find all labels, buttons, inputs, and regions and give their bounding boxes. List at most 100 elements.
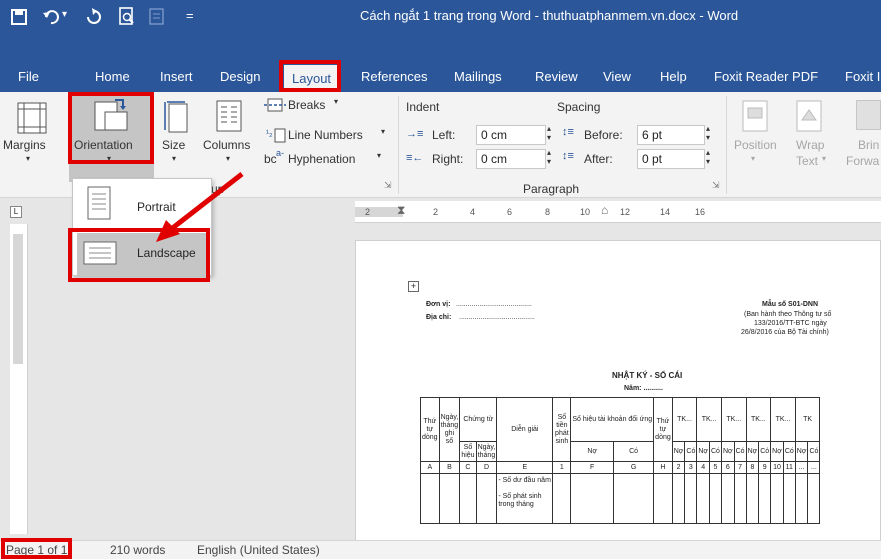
tab-review[interactable]: Review	[535, 62, 578, 92]
wrap-text-dropdown-icon: ▾	[822, 154, 827, 163]
ruler-tick: 6	[507, 207, 513, 217]
hyphenation-button[interactable]: bc a- Hyphenation ▾	[264, 148, 394, 170]
form-note-3: 26/8/2016 của Bộ Tài chính)	[741, 329, 829, 336]
columns-dropdown-icon: ▾	[226, 154, 231, 163]
vruler-margin	[13, 234, 23, 364]
line-numbers-icon: ¹₂	[266, 128, 273, 138]
breaks-button[interactable]: Breaks ▾	[264, 96, 394, 116]
spacing-after-field[interactable]: 0 pt	[637, 149, 705, 169]
bring-forward-label-1: Brin	[858, 138, 880, 152]
spacing-after-stepper[interactable]: ▴ ▾	[706, 148, 710, 166]
ruler-tick: 2	[365, 207, 371, 217]
indent-left-label: Left:	[432, 128, 456, 142]
group-separator	[398, 96, 399, 194]
undo-icon[interactable]	[42, 8, 60, 26]
indent-right-field[interactable]: 0 cm	[476, 149, 546, 169]
position-button[interactable]: Position ▾	[730, 92, 780, 182]
form-note-1: (Ban hành theo Thông tư số	[744, 311, 832, 318]
page-setup-launcher-icon[interactable]: ⇲	[384, 180, 392, 191]
indent-right-icon: ≡←	[406, 152, 424, 164]
wrap-text-icon	[796, 100, 822, 132]
form-code: Mẫu số S01-DNN	[762, 301, 819, 308]
undo-dropdown-icon[interactable]: ▾	[62, 9, 67, 20]
orientation-icon	[94, 99, 128, 131]
margins-icon	[17, 102, 47, 134]
ribbon-tabs: File Home Insert Design Layout Reference…	[0, 62, 881, 92]
vertical-ruler[interactable]	[10, 224, 28, 534]
tab-layout[interactable]: Layout	[284, 65, 340, 92]
breaks-dropdown-icon: ▾	[334, 97, 339, 106]
table-move-handle-icon[interactable]: +	[408, 281, 419, 292]
hyphenation-icon-a: a-	[276, 148, 285, 158]
paragraph-launcher-icon[interactable]: ⇲	[712, 180, 720, 191]
ledger-year: Năm: ..........	[624, 385, 663, 392]
tab-mailings[interactable]: Mailings	[454, 62, 502, 92]
ruler-margin	[355, 207, 403, 217]
margins-button[interactable]: Margins ▾	[0, 92, 66, 182]
language-status[interactable]: English (United States)	[197, 543, 320, 557]
tab-references[interactable]: References	[361, 62, 427, 92]
tab-selector-icon[interactable]: L	[10, 206, 22, 218]
address-label: Địa chỉ:	[426, 314, 452, 321]
portrait-icon	[87, 186, 111, 220]
hyphenation-dropdown-icon: ▾	[377, 151, 382, 160]
breaks-label: Breaks	[288, 98, 326, 112]
group-separator	[726, 96, 727, 194]
columns-icon	[216, 100, 242, 132]
address-dots: .......................................	[459, 314, 535, 321]
redo-icon[interactable]	[85, 8, 103, 26]
unit-dots: .......................................	[456, 301, 532, 308]
document-page[interactable]: + Đơn vị: ..............................…	[355, 240, 881, 542]
tab-file[interactable]: File	[18, 62, 39, 92]
margins-label: Margins	[3, 138, 46, 152]
indent-label: Indent	[406, 100, 440, 114]
columns-label: Columns	[203, 138, 251, 152]
tab-home[interactable]: Home	[95, 62, 130, 92]
breaks-icon	[264, 98, 286, 112]
spacing-label: Spacing	[557, 100, 601, 114]
touch-mode-icon[interactable]	[148, 7, 166, 27]
print-preview-icon[interactable]	[118, 7, 136, 27]
wrap-text-label-1: Wrap	[796, 138, 825, 152]
bring-forward-button[interactable]: Brin Forwa	[842, 92, 881, 182]
spacing-before-field[interactable]: 6 pt	[637, 125, 705, 145]
tab-insert[interactable]: Insert	[160, 62, 193, 92]
orientation-label: Orientation	[74, 138, 133, 152]
size-icon	[164, 101, 188, 133]
wrap-text-button[interactable]: Wrap Text ▾	[786, 92, 832, 182]
ruler-tick: 8	[545, 207, 551, 217]
indent-left-field[interactable]: 0 cm	[476, 125, 546, 145]
tab-help[interactable]: Help	[660, 62, 687, 92]
margins-dropdown-icon: ▾	[26, 154, 31, 163]
customize-toolbar-icon[interactable]: =	[186, 8, 194, 23]
row-opening-balance: - Số dư đầu năm	[498, 477, 551, 484]
position-label: Position	[734, 138, 777, 152]
page-count[interactable]: Page 1 of 1	[6, 543, 67, 557]
indent-left-icon: →≡	[406, 128, 424, 140]
position-icon	[742, 100, 768, 132]
unit-label: Đơn vị:	[426, 301, 451, 308]
save-icon[interactable]	[10, 8, 28, 26]
indent-right-label: Right:	[432, 152, 464, 166]
column-marker-icon[interactable]: ⌂	[601, 203, 608, 217]
tab-design[interactable]: Design	[220, 62, 260, 92]
paragraph-group-label: Paragraph	[523, 182, 580, 196]
word-count[interactable]: 210 words	[110, 543, 165, 557]
window-title: Cách ngắt 1 trang trong Word - thuthuatp…	[360, 8, 739, 23]
indent-right-stepper[interactable]: ▴ ▾	[547, 148, 551, 166]
status-bar: Page 1 of 1 210 words English (United St…	[0, 540, 881, 559]
tab-foxit-partial[interactable]: Foxit I	[845, 62, 880, 92]
ruler-tick: 4	[470, 207, 476, 217]
ruler-tick: 10	[580, 207, 591, 217]
orientation-dropdown-icon: ▾	[107, 154, 112, 163]
indent-left-stepper[interactable]: ▴ ▾	[547, 124, 551, 142]
spacing-before-stepper[interactable]: ▴ ▾	[706, 124, 710, 142]
ledger-table[interactable]: Thứ tự dòng Ngày, tháng ghi sổ Chứng từ …	[420, 397, 821, 524]
ruler-tick: 14	[660, 207, 671, 217]
spacing-after-icon: ↕≡	[562, 150, 574, 162]
line-numbers-button[interactable]: ¹₂ Line Numbers ▾	[264, 126, 394, 146]
horizontal-ruler[interactable]: 2 ⧗ 2 4 6 8 10 ⌂ 12 14 16	[355, 201, 881, 223]
tab-view[interactable]: View	[603, 62, 631, 92]
indent-marker-icon[interactable]: ⧗	[397, 203, 405, 218]
tab-foxit-reader-pdf[interactable]: Foxit Reader PDF	[714, 62, 818, 92]
